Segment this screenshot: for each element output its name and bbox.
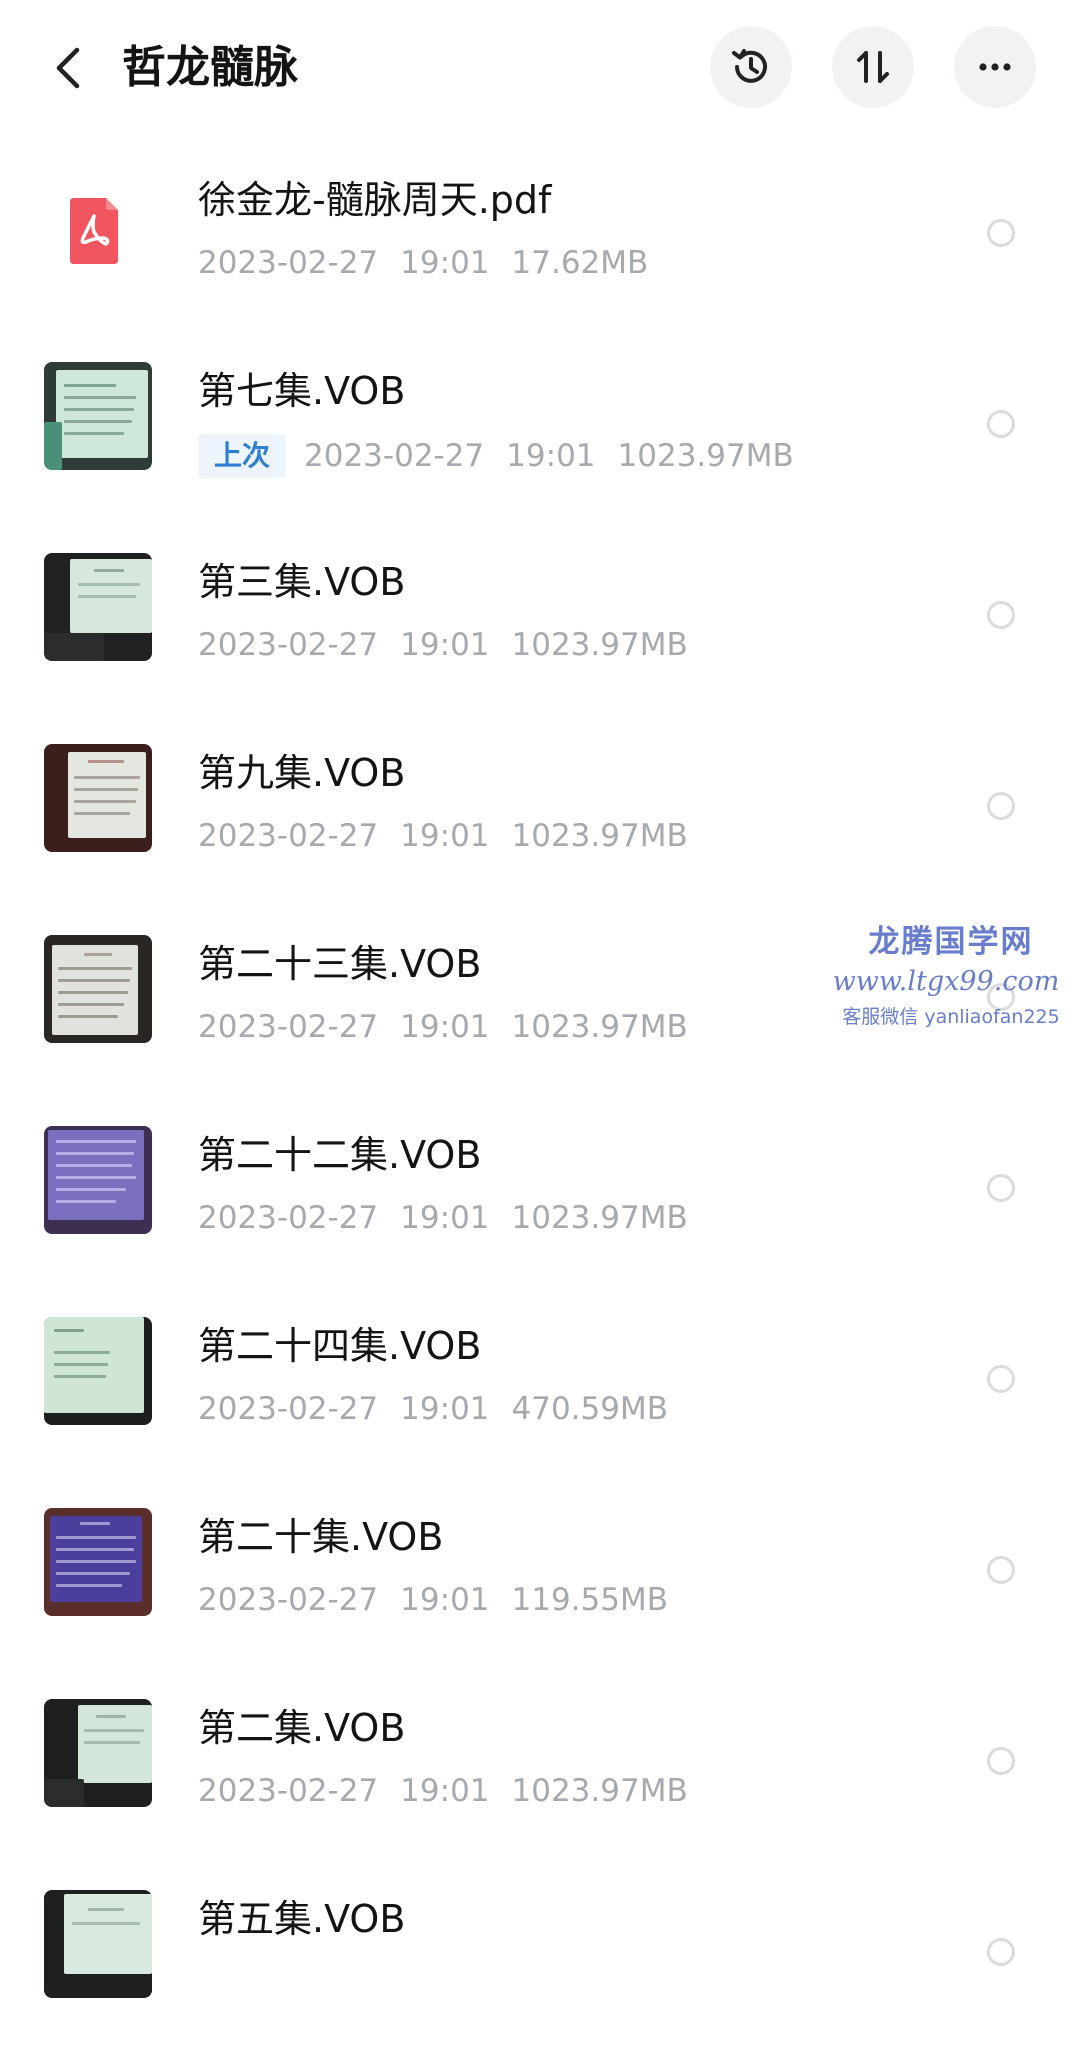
history-button[interactable] [710,26,792,108]
video-thumbnail [44,744,152,852]
video-thumbnail [44,362,152,470]
file-date: 2023-02-27 [198,1391,379,1427]
watermark: 龙腾国学网 www.ltgx99.com 客服微信 yanliaofan225 [826,922,1076,1032]
file-name: 第二十四集.VOB [198,1324,482,1368]
file-size: 470.59MB [511,1391,668,1427]
file-name: 第二集.VOB [198,1706,406,1750]
file-row[interactable]: 徐金龙-髓脉周天.pdf 2023-02-27 19:01 17.62MB [0,140,1080,331]
video-thumbnail [44,553,152,661]
back-button[interactable] [44,40,92,96]
file-row[interactable]: 第七集.VOB 上次 2023-02-27 19:01 1023.97MB [0,331,1080,522]
file-meta: 2023-02-27 19:01 1023.97MB [198,625,710,665]
video-thumbnail [44,1890,152,1998]
file-meta: 2023-02-27 19:01 17.62MB [198,243,670,283]
file-time: 19:01 [400,1391,490,1427]
file-row[interactable]: 第二集.VOB 2023-02-27 19:01 1023.97MB [0,1668,1080,1859]
file-name: 第二十三集.VOB [198,942,482,986]
watermark-contact: 客服微信 yanliaofan225 [842,1006,1060,1028]
file-name: 第三集.VOB [198,560,406,604]
file-date: 2023-02-27 [198,1773,379,1809]
select-radio[interactable] [987,1556,1015,1584]
file-date: 2023-02-27 [198,1009,379,1045]
file-size: 1023.97MB [511,1200,688,1236]
file-row[interactable]: 第九集.VOB 2023-02-27 19:01 1023.97MB [0,713,1080,904]
file-meta: 2023-02-27 19:01 1023.97MB [198,1007,710,1047]
more-button[interactable] [954,26,1036,108]
file-row[interactable]: 第三集.VOB 2023-02-27 19:01 1023.97MB [0,522,1080,713]
file-time: 19:01 [400,1200,490,1236]
select-radio[interactable] [987,1365,1015,1393]
last-opened-badge: 上次 [198,434,287,478]
file-time: 19:01 [400,1582,490,1618]
file-time: 19:01 [400,627,490,663]
file-name: 第五集.VOB [198,1897,406,1941]
file-name: 第七集.VOB [198,369,406,413]
file-name: 第二十集.VOB [198,1515,444,1559]
page-title: 哲龙髓脉 [122,42,298,93]
pdf-file-icon [70,198,118,264]
sort-icon [857,51,889,83]
file-size: 1023.97MB [511,818,688,854]
file-size: 17.62MB [511,245,649,281]
file-date: 2023-02-27 [198,818,379,854]
chevron-left-icon [56,47,80,89]
file-size: 1023.97MB [511,627,688,663]
file-date: 2023-02-27 [198,1200,379,1236]
history-icon [732,49,767,83]
select-radio[interactable] [987,410,1015,438]
select-radio[interactable] [987,219,1015,247]
file-meta: 2023-02-27 19:01 1023.97MB [198,1198,710,1238]
file-time: 19:01 [400,1009,490,1045]
file-row[interactable]: 第二十四集.VOB 2023-02-27 19:01 470.59MB [0,1286,1080,1477]
file-size: 1023.97MB [511,1773,688,1809]
watermark-site-name: 龙腾国学网 [868,924,1034,960]
file-time: 19:01 [400,1773,490,1809]
file-time: 19:01 [400,818,490,854]
more-icon [979,63,1011,71]
select-radio[interactable] [987,1747,1015,1775]
file-date: 2023-02-27 [198,245,379,281]
file-date: 2023-02-27 [304,438,485,474]
video-thumbnail [44,1699,152,1807]
file-size: 119.55MB [511,1582,668,1618]
file-meta: 上次 2023-02-27 19:01 1023.97MB [198,434,816,478]
file-size: 1023.97MB [617,438,794,474]
top-bar: 哲龙髓脉 [0,0,1080,140]
select-radio[interactable] [987,1174,1015,1202]
select-radio[interactable] [987,792,1015,820]
file-meta: 2023-02-27 19:01 1023.97MB [198,1771,710,1811]
file-time: 19:01 [506,438,596,474]
sort-button[interactable] [832,26,914,108]
file-meta: 2023-02-27 19:01 119.55MB [198,1580,690,1620]
file-date: 2023-02-27 [198,1582,379,1618]
file-name: 第二十二集.VOB [198,1133,482,1177]
file-meta: 2023-02-27 19:01 470.59MB [198,1389,690,1429]
file-meta: 2023-02-27 19:01 1023.97MB [198,816,710,856]
file-row[interactable]: 第五集.VOB [0,1859,1080,2050]
video-thumbnail [44,1126,152,1234]
video-thumbnail [44,1508,152,1616]
select-radio[interactable] [987,601,1015,629]
file-row[interactable]: 第二十二集.VOB 2023-02-27 19:01 1023.97MB [0,1095,1080,1286]
file-list: 徐金龙-髓脉周天.pdf 2023-02-27 19:01 17.62MB 第七… [0,140,1080,2050]
file-size: 1023.97MB [511,1009,688,1045]
select-radio[interactable] [987,1938,1015,1966]
video-thumbnail [44,1317,152,1425]
file-time: 19:01 [400,245,490,281]
file-name: 第九集.VOB [198,751,406,795]
video-thumbnail [44,935,152,1043]
file-row[interactable]: 第二十集.VOB 2023-02-27 19:01 119.55MB [0,1477,1080,1668]
file-date: 2023-02-27 [198,627,379,663]
file-name: 徐金龙-髓脉周天.pdf [198,178,552,222]
watermark-url: www.ltgx99.com [832,966,1060,997]
